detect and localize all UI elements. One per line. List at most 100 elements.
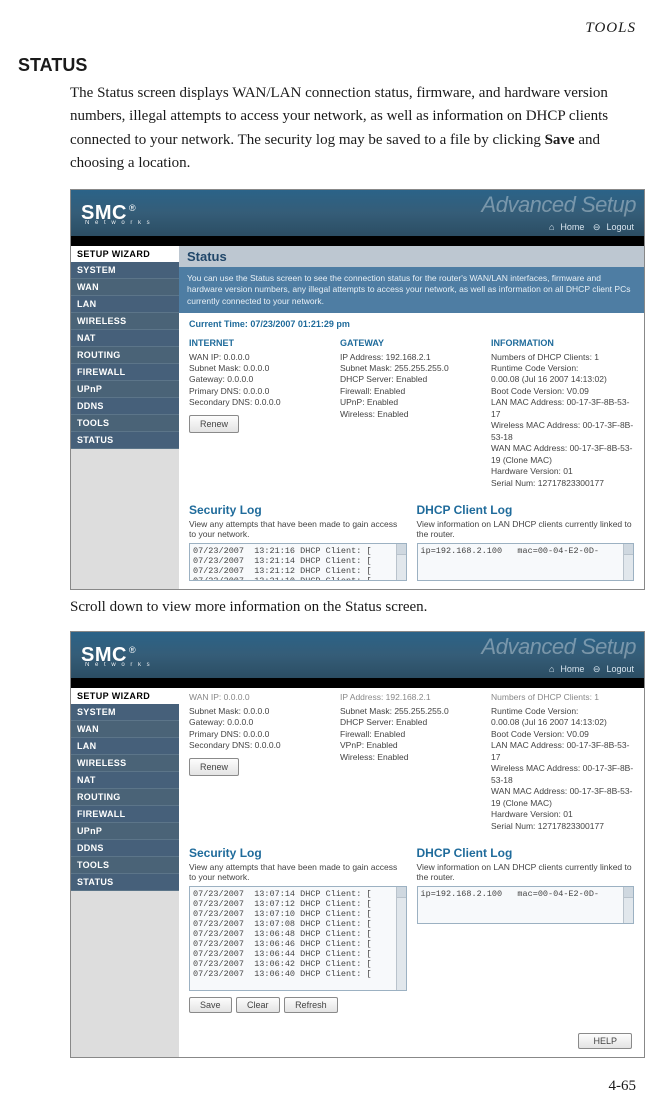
info-line: Runtime Code Version: <box>491 363 634 374</box>
sidebar-item-wan[interactable]: WAN <box>71 279 179 296</box>
sidebar-item-tools[interactable]: TOOLS <box>71 415 179 432</box>
home-link[interactable]: Home <box>560 222 584 232</box>
dhcp-log-heading: DHCP Client Log <box>417 846 635 860</box>
clear-button[interactable]: Clear <box>236 997 280 1013</box>
setup-wizard-button[interactable]: SETUP WIZARD <box>71 688 179 704</box>
scrollbar[interactable] <box>623 544 633 580</box>
home-icon: ⌂ <box>549 222 554 232</box>
page-header-tools: TOOLS <box>18 20 636 37</box>
info-line: DHCP Server: Enabled <box>340 374 483 385</box>
intro-bold-save: Save <box>545 132 575 148</box>
ghost-line: WAN IP: 0.0.0.0 <box>189 692 332 703</box>
info-line: Serial Num: 12717823300177 <box>491 478 634 489</box>
sidebar-item-wireless[interactable]: WIRELESS <box>71 755 179 772</box>
info-line: WAN IP: 0.0.0.0 <box>189 352 332 363</box>
scroll-paragraph: Scroll down to view more information on … <box>70 596 636 619</box>
info-line: DHCP Server: Enabled <box>340 717 483 728</box>
sidebar-item-tools[interactable]: TOOLS <box>71 857 179 874</box>
info-line: Boot Code Version: V0.09 <box>491 729 634 740</box>
screenshot-status-top: SMC ® N e t w o r k s Advanced Setup ⌂Ho… <box>70 189 645 590</box>
info-line: WAN MAC Address: 00-17-3F-8B-53-19 (Clon… <box>491 786 634 809</box>
advanced-setup-watermark: Advanced Setup <box>482 634 636 660</box>
scrollbar[interactable] <box>396 544 406 580</box>
security-log-desc: View any attempts that have been made to… <box>189 519 407 539</box>
info-line: 0.00.08 (Jul 16 2007 14:13:02) <box>491 374 634 385</box>
info-line: UPnP: Enabled <box>340 397 483 408</box>
dhcp-log-textarea[interactable]: ip=192.168.2.100 mac=00-04-E2-0D- <box>417 886 635 924</box>
info-columns: WAN IP: 0.0.0.0 Subnet Mask: 0.0.0.0Gate… <box>189 692 634 832</box>
sidebar-item-status[interactable]: STATUS <box>71 432 179 449</box>
sidebar-item-upnp[interactable]: UPnP <box>71 823 179 840</box>
black-strip <box>71 678 644 688</box>
logs-row: Security Log View any attempts that have… <box>189 503 634 581</box>
help-button[interactable]: HELP <box>578 1033 632 1049</box>
info-line: Secondary DNS: 0.0.0.0 <box>189 397 332 408</box>
sidebar-item-upnp[interactable]: UPnP <box>71 381 179 398</box>
sidebar-item-wan[interactable]: WAN <box>71 721 179 738</box>
ghost-line: IP Address: 192.168.2.1 <box>340 692 483 703</box>
info-line: Secondary DNS: 0.0.0.0 <box>189 740 332 751</box>
dhcp-log-textarea[interactable]: ip=192.168.2.100 mac=00-04-E2-0D- <box>417 543 635 581</box>
security-log-heading: Security Log <box>189 503 407 517</box>
status-intro-text: You can use the Status screen to see the… <box>179 267 644 313</box>
gateway-column: IP Address: 192.168.2.1 Subnet Mask: 255… <box>340 692 483 832</box>
info-line: LAN MAC Address: 00-17-3F-8B-53-17 <box>491 397 634 420</box>
security-log-content: 07/23/2007 13:07:14 DHCP Client: [ 07/23… <box>193 889 372 979</box>
sidebar-item-firewall[interactable]: FIREWALL <box>71 364 179 381</box>
dhcp-log-content: ip=192.168.2.100 mac=00-04-E2-0D- <box>421 546 600 556</box>
sidebar-item-ddns[interactable]: DDNS <box>71 840 179 857</box>
dhcp-client-log: DHCP Client Log View information on LAN … <box>417 503 635 581</box>
sidebar-item-status[interactable]: STATUS <box>71 874 179 891</box>
sidebar-item-routing[interactable]: ROUTING <box>71 347 179 364</box>
security-log-heading: Security Log <box>189 846 407 860</box>
sidebar-item-wireless[interactable]: WIRELESS <box>71 313 179 330</box>
renew-button[interactable]: Renew <box>189 758 239 776</box>
scrollbar[interactable] <box>623 887 633 923</box>
logout-link[interactable]: Logout <box>606 222 634 232</box>
security-log-content: 07/23/2007 13:21:16 DHCP Client: [ 07/23… <box>193 546 372 581</box>
content-pane: Status You can use the Status screen to … <box>179 246 644 589</box>
refresh-button[interactable]: Refresh <box>284 997 338 1013</box>
internet-column: INTERNET WAN IP: 0.0.0.0Subnet Mask: 0.0… <box>189 337 332 489</box>
home-link[interactable]: Home <box>560 664 584 674</box>
security-log-textarea[interactable]: 07/23/2007 13:21:16 DHCP Client: [ 07/23… <box>189 543 407 581</box>
info-line: Boot Code Version: V0.09 <box>491 386 634 397</box>
scrollbar[interactable] <box>396 887 406 990</box>
sidebar: SETUP WIZARD SYSTEMWANLANWIRELESSNATROUT… <box>71 246 179 589</box>
setup-wizard-button[interactable]: SETUP WIZARD <box>71 246 179 262</box>
info-line: Subnet Mask: 0.0.0.0 <box>189 363 332 374</box>
info-columns: INTERNET WAN IP: 0.0.0.0Subnet Mask: 0.0… <box>189 337 634 489</box>
home-icon: ⌂ <box>549 664 554 674</box>
sidebar-item-lan[interactable]: LAN <box>71 296 179 313</box>
sidebar-item-firewall[interactable]: FIREWALL <box>71 806 179 823</box>
dhcp-log-heading: DHCP Client Log <box>417 503 635 517</box>
information-column: INFORMATION Numbers of DHCP Clients: 1Ru… <box>491 337 634 489</box>
sidebar-item-system[interactable]: SYSTEM <box>71 262 179 279</box>
info-line: Subnet Mask: 0.0.0.0 <box>189 706 332 717</box>
sidebar-item-ddns[interactable]: DDNS <box>71 398 179 415</box>
sidebar-item-nat[interactable]: NAT <box>71 772 179 789</box>
section-title: STATUS <box>18 55 636 76</box>
dhcp-log-desc: View information on LAN DHCP clients cur… <box>417 519 635 539</box>
status-heading: Status <box>179 246 644 267</box>
help-row: HELP <box>189 1027 634 1049</box>
dhcp-client-log: DHCP Client Log View information on LAN … <box>417 846 635 1013</box>
logout-link[interactable]: Logout <box>606 664 634 674</box>
info-line: Hardware Version: 01 <box>491 809 634 820</box>
sidebar-item-lan[interactable]: LAN <box>71 738 179 755</box>
info-line: Hardware Version: 01 <box>491 466 634 477</box>
sidebar-item-routing[interactable]: ROUTING <box>71 789 179 806</box>
sidebar-item-nat[interactable]: NAT <box>71 330 179 347</box>
security-log-textarea[interactable]: 07/23/2007 13:07:14 DHCP Client: [ 07/23… <box>189 886 407 991</box>
internet-column: WAN IP: 0.0.0.0 Subnet Mask: 0.0.0.0Gate… <box>189 692 332 832</box>
logout-icon: ⊖ <box>593 664 601 674</box>
information-column: Numbers of DHCP Clients: 1 Runtime Code … <box>491 692 634 832</box>
save-button[interactable]: Save <box>189 997 232 1013</box>
info-line: Gateway: 0.0.0.0 <box>189 374 332 385</box>
renew-button[interactable]: Renew <box>189 415 239 433</box>
sidebar-item-system[interactable]: SYSTEM <box>71 704 179 721</box>
info-line: Wireless: Enabled <box>340 752 483 763</box>
information-heading: INFORMATION <box>491 337 634 349</box>
info-line: Subnet Mask: 255.255.255.0 <box>340 363 483 374</box>
info-line: Wireless MAC Address: 00-17-3F-8B-53-18 <box>491 763 634 786</box>
